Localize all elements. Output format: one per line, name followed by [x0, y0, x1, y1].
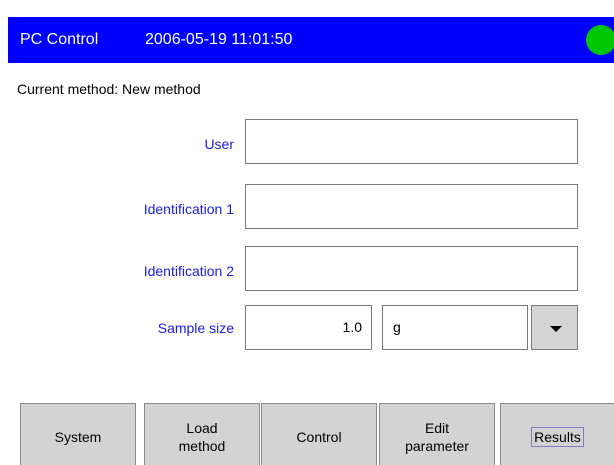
unit-dropdown-button[interactable]: [531, 305, 578, 350]
results-button[interactable]: Results: [500, 403, 614, 465]
load-method-button-label: Load method: [178, 419, 226, 454]
identification-2-input[interactable]: [245, 246, 578, 291]
identification-2-label: Identification 2: [143, 263, 234, 279]
edit-parameter-button[interactable]: Edit parameter: [379, 403, 495, 465]
unit-select[interactable]: g: [382, 305, 528, 350]
edit-parameter-button-label: Edit parameter: [405, 419, 469, 454]
status-indicator-icon: [586, 25, 614, 55]
app-title: PC Control: [20, 31, 99, 48]
chevron-down-icon: [550, 326, 562, 332]
user-input[interactable]: [245, 119, 578, 164]
load-method-button[interactable]: Load method: [144, 403, 260, 465]
datetime-display: 2006-05-19 11:01:50: [145, 31, 293, 48]
identification-1-input[interactable]: [245, 184, 578, 229]
title-bar: PC Control 2006-05-19 11:01:50: [8, 17, 614, 63]
user-label: User: [204, 136, 234, 152]
control-button-label: Control: [296, 428, 342, 445]
system-button-label: System: [54, 428, 102, 445]
control-button[interactable]: Control: [261, 403, 377, 465]
sample-size-label: Sample size: [157, 320, 234, 336]
system-button[interactable]: System: [20, 403, 136, 465]
current-method-label: Current method: New method: [17, 81, 201, 97]
results-button-label: Results: [531, 426, 584, 447]
identification-1-label: Identification 1: [143, 201, 234, 217]
sample-size-input[interactable]: 1.0: [245, 305, 372, 350]
